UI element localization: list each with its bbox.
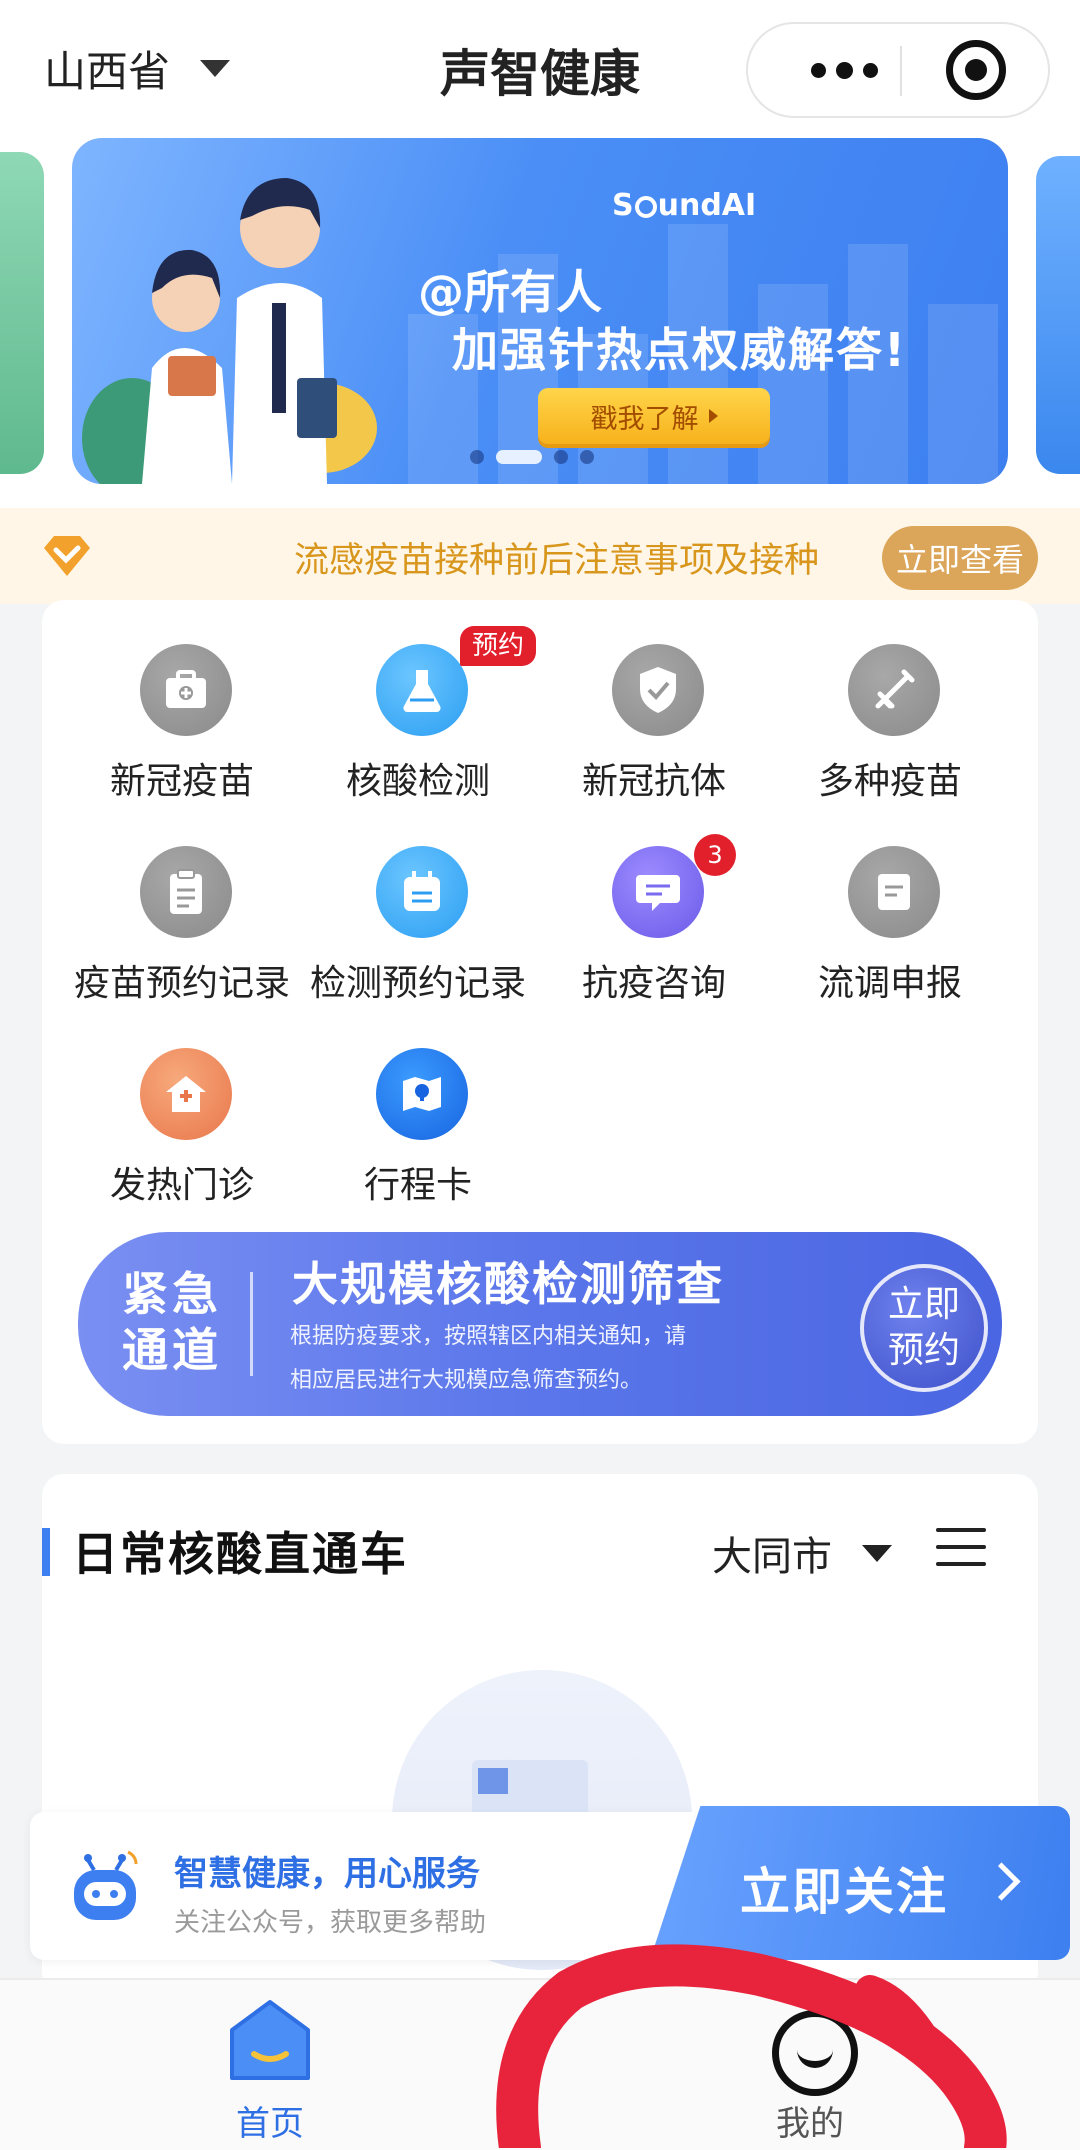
- banner-slide[interactable]: SundAI @所有人 加强针热点权威解答! 戳我了解: [72, 138, 1008, 484]
- reserve-now-button[interactable]: 立即 预约: [860, 1264, 988, 1392]
- emergency-desc: 相应居民进行大规模应急筛查预约。: [290, 1368, 643, 1393]
- service-other-vaccines[interactable]: 多种疫苗: [772, 600, 1008, 802]
- banner-cta-label: 戳我了解: [590, 403, 699, 435]
- service-label: 抗疫咨询: [581, 963, 726, 1004]
- follow-info: 智慧健康，用心服务 关注公众号，获取更多帮助: [30, 1812, 694, 1960]
- banner-carousel: SundAI @所有人 加强针热点权威解答! 戳我了解: [0, 134, 1080, 514]
- tab-home[interactable]: 首页: [120, 1980, 420, 2150]
- divider: [250, 1272, 253, 1376]
- service-label: 发热门诊: [109, 1165, 254, 1206]
- banner-prev-slide[interactable]: [0, 152, 44, 474]
- shield-check-icon: [612, 644, 704, 736]
- service-covid-vaccine[interactable]: 新冠疫苗: [64, 600, 300, 802]
- service-label: 多种疫苗: [817, 761, 962, 802]
- follow-account-bar: 智慧健康，用心服务 关注公众号，获取更多帮助 立即关注: [30, 1806, 1070, 1960]
- follow-button-label: 立即关注: [740, 1863, 948, 1921]
- service-epi-report[interactable]: 流调申报: [772, 802, 1008, 1004]
- clinic-icon: [140, 1048, 232, 1140]
- banner-next-slide[interactable]: [1036, 156, 1080, 474]
- smiley-icon: [772, 2010, 858, 2096]
- chat-icon: [612, 846, 704, 938]
- service-trip-card[interactable]: 行程卡: [300, 1004, 536, 1206]
- calendar-icon: [376, 846, 468, 938]
- chevron-down-icon: [200, 60, 231, 77]
- city-label: 大同市: [712, 1534, 832, 1580]
- miniprogram-capsule: [746, 22, 1050, 118]
- top-nav-bar: 山西省 声智健康: [0, 0, 1080, 134]
- chevron-right-icon: [982, 1862, 1021, 1901]
- syringe-icon: [848, 644, 940, 736]
- service-label: 新冠疫苗: [109, 761, 254, 802]
- emergency-tag: 紧急 通道: [122, 1267, 222, 1377]
- service-vaccine-records[interactable]: 疫苗预约记录: [64, 802, 300, 1004]
- service-label: 疫苗预约记录: [73, 963, 290, 1004]
- doctors-illustration: [82, 178, 377, 484]
- service-label: 流调申报: [817, 963, 962, 1004]
- region-selector[interactable]: 山西省: [44, 38, 231, 99]
- service-covid-antibody[interactable]: 新冠抗体: [536, 600, 772, 802]
- clipboard-icon: [140, 846, 232, 938]
- service-consult[interactable]: 3 抗疫咨询: [536, 802, 772, 1004]
- tab-mine[interactable]: 我的: [660, 1980, 960, 2150]
- service-label: 行程卡: [363, 1165, 472, 1206]
- carousel-dot[interactable]: [470, 450, 484, 464]
- brand-logo: SundAI: [612, 188, 757, 223]
- document-icon: [848, 846, 940, 938]
- banner-headline-1: @所有人: [418, 265, 602, 319]
- flask-icon: [376, 644, 468, 736]
- services-card: 新冠疫苗 预约 核酸检测 新冠抗体 多种疫苗 疫苗预约记录 检测预约记录 3 抗…: [42, 600, 1038, 1444]
- notice-bar: 流感疫苗接种前后注意事项及接种 立即查看: [0, 508, 1080, 604]
- more-dots-icon[interactable]: [784, 24, 904, 116]
- city-selector[interactable]: 大同市: [712, 1524, 892, 1582]
- capsule-divider: [900, 46, 902, 96]
- notice-text[interactable]: 流感疫苗接种前后注意事项及接种: [294, 532, 850, 580]
- region-label: 山西省: [44, 47, 171, 96]
- service-nucleic-test[interactable]: 预约 核酸检测: [300, 600, 536, 802]
- service-test-records[interactable]: 检测预约记录: [300, 802, 536, 1004]
- service-label: 核酸检测: [345, 761, 490, 802]
- carousel-dot-active[interactable]: [496, 450, 542, 464]
- service-label: 检测预约记录: [309, 963, 526, 1004]
- home-icon: [230, 2000, 310, 2080]
- service-label: 新冠抗体: [581, 761, 726, 802]
- follow-subtitle: 关注公众号，获取更多帮助: [174, 1908, 487, 1938]
- tab-label: 首页: [236, 2104, 304, 2144]
- service-fever-clinic[interactable]: 发热门诊: [64, 1004, 300, 1206]
- list-menu-icon[interactable]: [936, 1528, 986, 1568]
- emergency-screening-banner[interactable]: 紧急 通道 大规模核酸检测筛查 根据防疫要求，按照辖区内相关通知，请 相应居民进…: [78, 1232, 1002, 1416]
- follow-now-button[interactable]: 立即关注: [650, 1806, 1070, 1960]
- carousel-dot[interactable]: [554, 450, 568, 464]
- emergency-title: 大规模核酸检测筛查: [292, 1257, 724, 1311]
- medkit-icon: [140, 644, 232, 736]
- unread-badge: 3: [694, 834, 736, 876]
- carousel-dot[interactable]: [580, 450, 594, 464]
- play-arrow-icon: [708, 409, 718, 423]
- banner-cta-button[interactable]: 戳我了解: [538, 388, 770, 444]
- view-now-button[interactable]: 立即查看: [882, 526, 1038, 590]
- reserve-tag: 预约: [460, 626, 536, 666]
- follow-title: 智慧健康，用心服务: [174, 1854, 480, 1894]
- robot-icon: [74, 1850, 138, 1920]
- chevron-down-icon: [862, 1544, 892, 1562]
- tab-label: 我的: [776, 2104, 844, 2144]
- emergency-desc: 根据防疫要求，按照辖区内相关通知，请: [290, 1324, 687, 1349]
- carousel-indicator: [470, 450, 594, 464]
- section-title: 日常核酸直通车: [72, 1527, 408, 1581]
- bottom-tab-bar: 首页 我的: [0, 1978, 1080, 2150]
- diamond-check-icon: [44, 536, 90, 576]
- target-circle-icon[interactable]: [946, 40, 1006, 100]
- map-pin-icon: [376, 1048, 468, 1140]
- banner-headline-2: 加强针热点权威解答!: [452, 323, 907, 377]
- section-accent-bar: [42, 1528, 50, 1576]
